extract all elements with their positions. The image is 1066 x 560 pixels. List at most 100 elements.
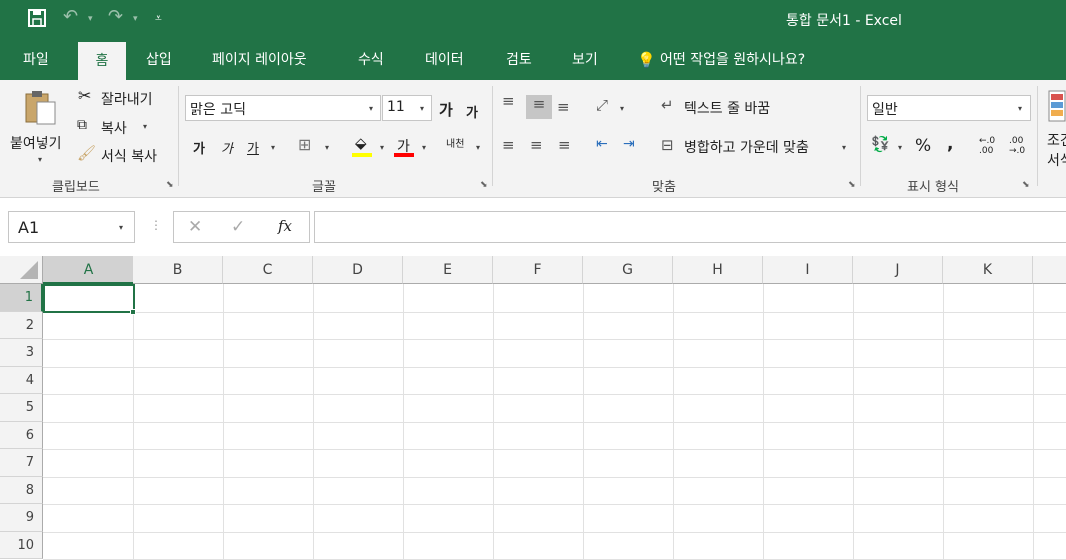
name-box[interactable]: A1 ▾ xyxy=(8,211,135,243)
wrap-text-icon[interactable]: ↵ xyxy=(661,96,674,114)
phonetic-dropdown-icon[interactable]: ▾ xyxy=(476,143,480,152)
top-align-icon[interactable]: ≡ xyxy=(502,92,515,110)
italic-button[interactable]: 가 xyxy=(221,138,233,157)
increase-indent-icon[interactable]: ⇥ xyxy=(623,136,635,152)
merge-dropdown-icon[interactable]: ▾ xyxy=(842,143,846,152)
tab-review[interactable]: 검토 xyxy=(506,38,532,80)
increase-decimal-button[interactable]: ←.0 .00 xyxy=(979,136,995,156)
decrease-indent-icon[interactable]: ⇤ xyxy=(596,136,608,152)
orientation-dropdown-icon[interactable]: ▾ xyxy=(620,104,624,113)
underline-dropdown-icon[interactable]: ▾ xyxy=(271,143,275,152)
grow-font-button[interactable]: 가 xyxy=(439,99,453,120)
orientation-icon[interactable]: ⤢ xyxy=(596,96,608,114)
row-header-9[interactable]: 9 xyxy=(0,504,43,532)
bottom-align-icon[interactable]: ≡ xyxy=(557,98,570,116)
row-header-2[interactable]: 2 xyxy=(0,311,43,339)
formula-bar-grip-icon[interactable]: ⋮ xyxy=(150,218,162,232)
copy-dropdown-icon[interactable]: ▾ xyxy=(143,122,147,131)
tell-me-box[interactable]: 어떤 작업을 원하시나요? xyxy=(660,38,805,80)
font-launcher-icon[interactable]: ⬊ xyxy=(480,180,488,190)
font-color-dropdown-icon[interactable]: ▾ xyxy=(422,143,426,152)
column-header-k[interactable]: K xyxy=(943,256,1033,284)
number-format-combo[interactable]: 일반 ▾ xyxy=(867,95,1031,121)
cut-button[interactable]: 잘라내기 xyxy=(101,89,153,109)
row-header-3[interactable]: 3 xyxy=(0,339,43,367)
cut-icon[interactable]: ✂ xyxy=(78,86,91,105)
tab-page-layout[interactable]: 페이지 레이아웃 xyxy=(212,38,307,80)
wrap-text-button[interactable]: 텍스트 줄 바꿈 xyxy=(684,98,770,118)
paste-button[interactable]: 붙여넣기 xyxy=(10,133,62,153)
decrease-decimal-button[interactable]: .00 →.0 xyxy=(1009,136,1025,156)
font-size-combo[interactable]: 11 ▾ xyxy=(382,95,432,121)
row-header-1[interactable]: 1 xyxy=(0,284,43,312)
tab-file[interactable]: 파일 xyxy=(23,38,49,80)
save-icon[interactable] xyxy=(27,8,47,33)
row-header-7[interactable]: 7 xyxy=(0,449,43,477)
row-header-4[interactable]: 4 xyxy=(0,366,43,394)
column-header-g[interactable]: G xyxy=(583,256,673,284)
alignment-launcher-icon[interactable]: ⬊ xyxy=(848,180,856,190)
row-header-10[interactable]: 10 xyxy=(0,531,43,559)
column-header-b[interactable]: B xyxy=(133,256,223,284)
merge-center-button[interactable]: 병합하고 가운데 맞춤 xyxy=(684,137,809,157)
copy-icon[interactable]: ⧉ xyxy=(77,117,87,133)
column-header-f[interactable]: F xyxy=(493,256,583,284)
copy-button[interactable]: 복사 xyxy=(101,118,127,138)
bold-button[interactable]: 가 xyxy=(193,138,205,157)
column-header-j[interactable]: J xyxy=(853,256,943,284)
column-header-d[interactable]: D xyxy=(313,256,403,284)
row-header-6[interactable]: 6 xyxy=(0,421,43,449)
tab-view[interactable]: 보기 xyxy=(572,38,598,80)
row-header-8[interactable]: 8 xyxy=(0,476,43,504)
align-center-icon[interactable]: ≡ xyxy=(530,136,543,154)
accounting-format-icon[interactable]: 💱 xyxy=(871,135,890,153)
phonetic-button[interactable]: 내천 xyxy=(446,135,464,150)
cancel-icon[interactable]: ✕ xyxy=(188,217,202,237)
align-right-icon[interactable]: ≡ xyxy=(558,136,571,154)
middle-align-icon[interactable]: ≡ xyxy=(526,95,552,119)
name-box-dropdown-icon[interactable]: ▾ xyxy=(119,223,123,232)
customize-qat-icon[interactable]: ⩡ xyxy=(155,11,162,26)
format-painter-icon[interactable]: 🖌 xyxy=(77,144,96,162)
paste-icon[interactable] xyxy=(24,88,58,126)
fill-handle[interactable] xyxy=(130,309,136,315)
redo-icon[interactable]: ↷ xyxy=(108,6,123,27)
undo-dropdown-icon[interactable]: ▾ xyxy=(88,14,93,24)
border-dropdown-icon[interactable]: ▾ xyxy=(325,143,329,152)
active-cell[interactable] xyxy=(43,284,135,313)
paste-dropdown-icon[interactable]: ▾ xyxy=(38,155,42,164)
underline-button[interactable]: 가 xyxy=(247,138,259,157)
enter-icon[interactable]: ✓ xyxy=(231,217,245,237)
fill-color-icon[interactable]: ⬙ xyxy=(355,134,367,152)
conditional-format-icon[interactable] xyxy=(1048,90,1066,122)
tab-insert[interactable]: 삽입 xyxy=(146,38,172,80)
merge-center-icon[interactable]: ⊟ xyxy=(661,136,674,154)
shrink-font-button[interactable]: 가 xyxy=(466,102,478,121)
font-name-combo[interactable]: 맑은 고딕 ▾ xyxy=(185,95,381,121)
tab-formulas[interactable]: 수식 xyxy=(358,38,384,80)
align-left-icon[interactable]: ≡ xyxy=(502,136,515,154)
column-header-partial[interactable] xyxy=(1033,256,1066,284)
redo-dropdown-icon[interactable]: ▾ xyxy=(133,14,138,24)
percent-button[interactable]: % xyxy=(915,136,931,156)
row-header-5[interactable]: 5 xyxy=(0,394,43,422)
column-header-c[interactable]: C xyxy=(223,256,313,284)
select-all-button[interactable] xyxy=(0,256,43,284)
fill-color-dropdown-icon[interactable]: ▾ xyxy=(380,143,384,152)
column-header-h[interactable]: H xyxy=(673,256,763,284)
format-painter-button[interactable]: 서식 복사 xyxy=(101,146,157,166)
comma-button[interactable]: , xyxy=(947,134,953,154)
clipboard-launcher-icon[interactable]: ⬊ xyxy=(166,180,174,190)
column-header-e[interactable]: E xyxy=(403,256,493,284)
worksheet-grid[interactable]: ABCDEFGHIJK 1 2 3 4 5 6 7 8 9 10 xyxy=(0,256,1066,560)
accounting-dropdown-icon[interactable]: ▾ xyxy=(898,143,902,152)
insert-function-icon[interactable]: fx xyxy=(278,217,292,235)
tab-data[interactable]: 데이터 xyxy=(425,38,464,80)
column-header-a[interactable]: A xyxy=(43,256,135,284)
undo-icon[interactable]: ↶ xyxy=(63,6,78,27)
border-icon[interactable]: ⊞ xyxy=(298,135,311,154)
formula-input[interactable] xyxy=(314,211,1066,243)
number-format-dropdown-icon[interactable]: ▾ xyxy=(1018,104,1022,113)
font-size-dropdown-icon[interactable]: ▾ xyxy=(420,104,424,113)
tab-home[interactable]: 홈 xyxy=(78,42,126,80)
